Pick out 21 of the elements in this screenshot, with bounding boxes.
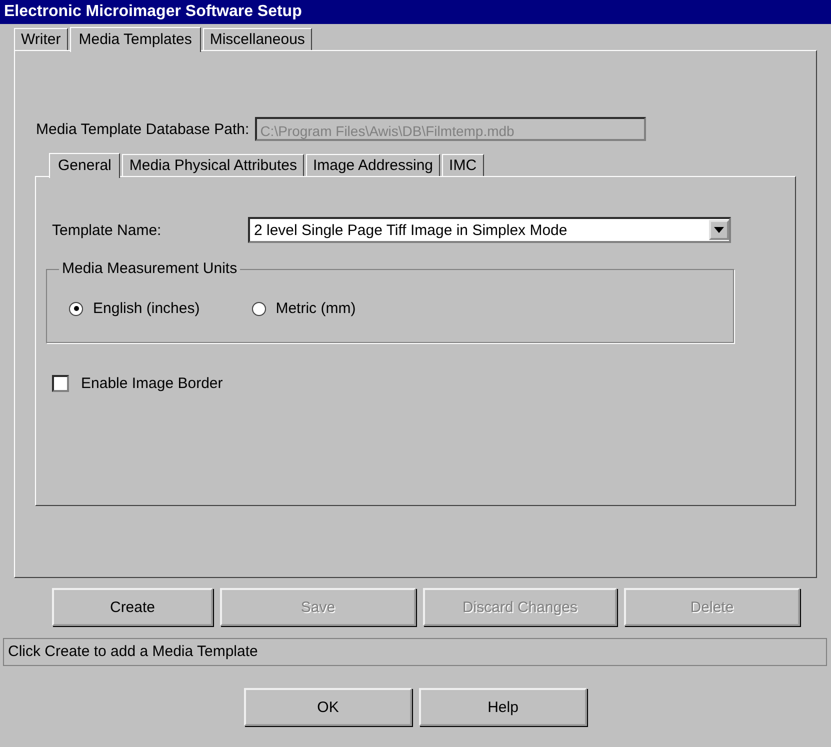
dialog-button[interactable]: OK — [244, 688, 412, 726]
action-button[interactable]: Create — [52, 588, 213, 626]
tab[interactable]: Image Addressing — [306, 154, 440, 176]
checkbox-option[interactable]: Enable Image Border — [52, 375, 223, 392]
status-bar: Click Create to add a Media Template — [3, 638, 827, 666]
dialog-button[interactable]: Help — [419, 688, 587, 726]
field-label: Media Template Database Path: — [36, 120, 250, 138]
radio-icon[interactable] — [252, 302, 266, 316]
tab[interactable]: General — [49, 153, 120, 178]
radio-icon[interactable] — [69, 302, 83, 316]
radio-option[interactable]: Metric (mm) — [252, 300, 356, 317]
checkbox[interactable] — [52, 375, 69, 392]
field-label: Template Name: — [52, 222, 162, 238]
window-title: Electronic Microimager Software Setup — [0, 0, 831, 24]
template-dropdown[interactable]: 2 level Single Page Tiff Image in Simplex Mode — [248, 217, 731, 243]
tab[interactable]: Writer — [14, 28, 68, 50]
tab[interactable]: Media Physical Attributes — [122, 154, 304, 176]
radio-option[interactable]: English (inches) — [69, 300, 200, 317]
tab[interactable]: Media Templates — [70, 27, 201, 52]
tab[interactable]: IMC — [442, 154, 484, 176]
tab[interactable]: Miscellaneous — [202, 28, 312, 50]
